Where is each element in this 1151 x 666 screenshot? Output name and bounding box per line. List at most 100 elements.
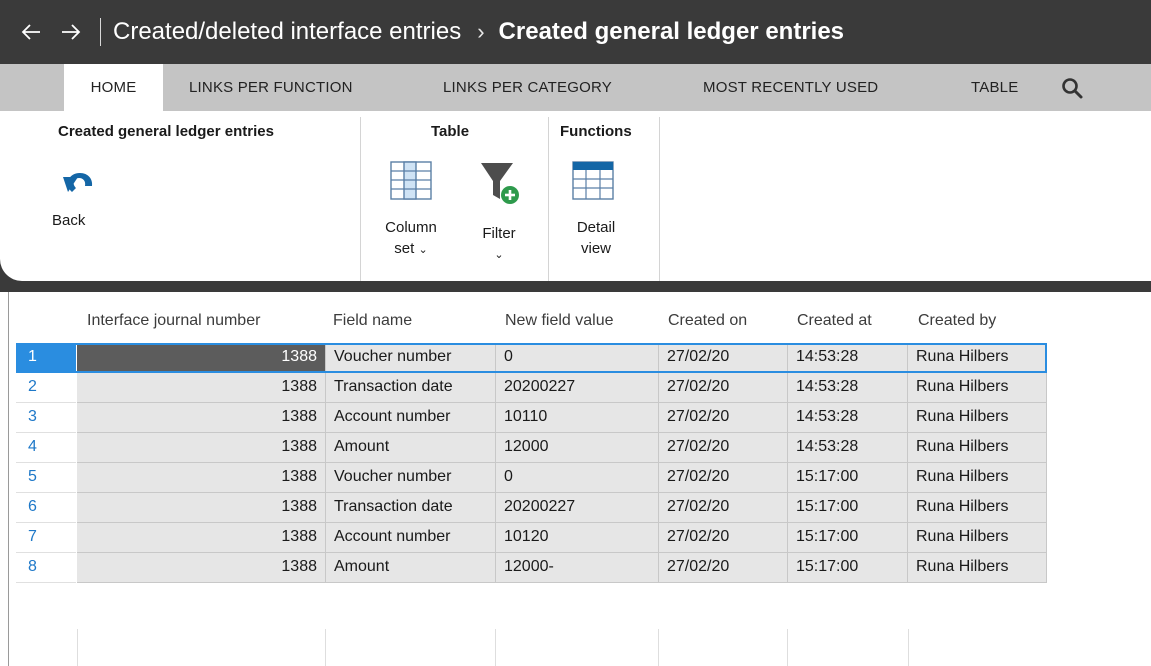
cell-created-at[interactable]: 15:17:00	[788, 523, 908, 553]
filter-button[interactable]: Filter ⌄	[469, 157, 529, 277]
back-button[interactable]: Back	[52, 161, 122, 261]
back-button-label: Back	[52, 212, 86, 229]
cell-created-on[interactable]: 27/02/20	[659, 403, 788, 433]
cell-created-on[interactable]: 27/02/20	[659, 343, 788, 373]
cell-created-by[interactable]: Runa Hilbers	[908, 343, 1047, 373]
title-bar: Created/deleted interface entries › Crea…	[0, 0, 1151, 64]
cell-interface-journal-number[interactable]: 1388	[77, 343, 326, 373]
column-header-created-on[interactable]: Created on	[668, 312, 747, 330]
cell-interface-journal-number[interactable]: 1388	[77, 463, 326, 493]
chevron-down-icon: ⌄	[494, 249, 504, 261]
cell-new-field-value[interactable]: 0	[496, 343, 659, 373]
cell-interface-journal-number[interactable]: 1388	[77, 553, 326, 583]
column-set-button[interactable]: Column set ⌄	[375, 157, 447, 277]
undo-arrow-icon	[60, 167, 96, 197]
cell-created-on[interactable]: 27/02/20	[659, 493, 788, 523]
ribbon: Created general ledger entries Back Tabl…	[0, 111, 1151, 281]
cell-created-at[interactable]: 15:17:00	[788, 463, 908, 493]
page-title: Created general ledger entries	[498, 18, 845, 45]
cell-created-by[interactable]: Runa Hilbers	[908, 433, 1047, 463]
cell-new-field-value[interactable]: 20200227	[496, 373, 659, 403]
row-number[interactable]: 2	[16, 373, 76, 403]
ribbon-group-created-entries: Created general ledger entries Back	[0, 111, 360, 281]
cell-field-name[interactable]: Account number	[326, 523, 496, 553]
cell-field-name[interactable]: Voucher number	[326, 463, 496, 493]
title-divider	[100, 18, 101, 46]
tab-links-per-category[interactable]: LINKS PER CATEGORY	[443, 64, 612, 111]
column-set-icon	[390, 161, 432, 201]
row-number[interactable]: 1	[16, 343, 76, 373]
column-divider	[787, 629, 788, 666]
cell-interface-journal-number[interactable]: 1388	[77, 373, 326, 403]
breadcrumb-parent[interactable]: Created/deleted interface entries	[113, 18, 461, 46]
breadcrumb-chevron-icon: ›	[477, 19, 485, 44]
cell-new-field-value[interactable]: 10110	[496, 403, 659, 433]
cell-interface-journal-number[interactable]: 1388	[77, 523, 326, 553]
row-number[interactable]: 8	[16, 553, 76, 583]
cell-new-field-value[interactable]: 0	[496, 463, 659, 493]
column-header-created-at[interactable]: Created at	[797, 312, 872, 330]
row-number[interactable]: 6	[16, 493, 76, 523]
tab-most-recently-used[interactable]: MOST RECENTLY USED	[703, 64, 878, 111]
cell-created-by[interactable]: Runa Hilbers	[908, 553, 1047, 583]
ribbon-group-functions: Functions Detail view	[549, 111, 659, 281]
ribbon-group-title: Created general ledger entries	[58, 123, 274, 140]
cell-new-field-value[interactable]: 10120	[496, 523, 659, 553]
cell-new-field-value[interactable]: 12000-	[496, 553, 659, 583]
column-header-created-by[interactable]: Created by	[918, 312, 996, 330]
detail-view-icon	[572, 161, 614, 201]
row-number[interactable]: 3	[16, 403, 76, 433]
detail-view-button[interactable]: Detail view	[563, 157, 629, 277]
cell-created-at[interactable]: 15:17:00	[788, 493, 908, 523]
column-divider	[658, 629, 659, 666]
cell-new-field-value[interactable]: 12000	[496, 433, 659, 463]
column-divider	[908, 629, 909, 666]
cell-field-name[interactable]: Transaction date	[326, 373, 496, 403]
column-header-new-field-value[interactable]: New field value	[505, 312, 614, 330]
row-number[interactable]: 7	[16, 523, 76, 553]
cell-created-at[interactable]: 14:53:28	[788, 403, 908, 433]
cell-created-by[interactable]: Runa Hilbers	[908, 373, 1047, 403]
cell-field-name[interactable]: Amount	[326, 553, 496, 583]
cell-field-name[interactable]: Amount	[326, 433, 496, 463]
cell-field-name[interactable]: Account number	[326, 403, 496, 433]
column-divider	[77, 629, 78, 666]
column-divider	[495, 629, 496, 666]
cell-interface-journal-number[interactable]: 1388	[77, 433, 326, 463]
ribbon-tab-strip: HOME LINKS PER FUNCTION LINKS PER CATEGO…	[0, 64, 1151, 111]
cell-created-by[interactable]: Runa Hilbers	[908, 493, 1047, 523]
cell-created-on[interactable]: 27/02/20	[659, 373, 788, 403]
detail-view-label: Detail	[576, 219, 616, 236]
cell-interface-journal-number[interactable]: 1388	[77, 493, 326, 523]
column-header-field-name[interactable]: Field name	[333, 312, 412, 330]
tab-home[interactable]: HOME	[64, 64, 163, 111]
cell-field-name[interactable]: Transaction date	[326, 493, 496, 523]
back-arrow-icon[interactable]	[16, 17, 46, 47]
cell-field-name[interactable]: Voucher number	[326, 343, 496, 373]
tab-links-per-function[interactable]: LINKS PER FUNCTION	[189, 64, 353, 111]
row-number[interactable]: 4	[16, 433, 76, 463]
row-number[interactable]: 5	[16, 463, 76, 493]
cell-created-on[interactable]: 27/02/20	[659, 553, 788, 583]
column-header-interface-journal-number[interactable]: Interface journal number	[87, 312, 260, 330]
cell-created-by[interactable]: Runa Hilbers	[908, 463, 1047, 493]
column-set-label: Column	[385, 219, 437, 236]
cell-interface-journal-number[interactable]: 1388	[77, 403, 326, 433]
tab-table[interactable]: TABLE	[971, 64, 1018, 111]
ribbon-divider	[659, 117, 660, 281]
cell-created-on[interactable]: 27/02/20	[659, 523, 788, 553]
cell-new-field-value[interactable]: 20200227	[496, 493, 659, 523]
detail-view-label-2: view	[580, 240, 611, 257]
column-divider	[325, 629, 326, 666]
cell-created-at[interactable]: 14:53:28	[788, 373, 908, 403]
cell-created-by[interactable]: Runa Hilbers	[908, 523, 1047, 553]
forward-arrow-icon[interactable]	[56, 17, 86, 47]
ribbon-group-title: Table	[431, 123, 470, 140]
cell-created-on[interactable]: 27/02/20	[659, 463, 788, 493]
cell-created-at[interactable]: 14:53:28	[788, 343, 908, 373]
cell-created-at[interactable]: 14:53:28	[788, 433, 908, 463]
cell-created-on[interactable]: 27/02/20	[659, 433, 788, 463]
search-icon[interactable]	[1060, 76, 1084, 100]
cell-created-by[interactable]: Runa Hilbers	[908, 403, 1047, 433]
cell-created-at[interactable]: 15:17:00	[788, 553, 908, 583]
